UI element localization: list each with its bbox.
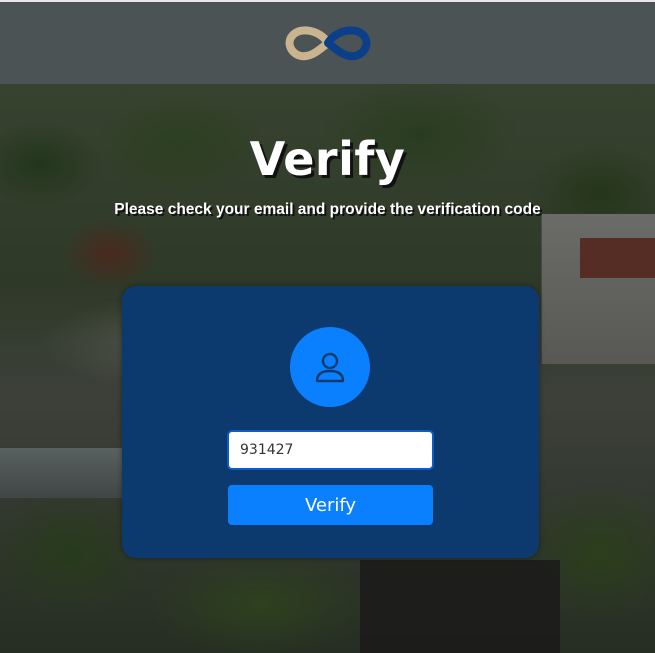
page-title: Verify	[249, 132, 406, 186]
user-icon	[315, 352, 345, 383]
verification-code-input[interactable]	[227, 430, 434, 470]
verification-card: Verify	[122, 286, 539, 558]
verify-button[interactable]: Verify	[228, 485, 433, 525]
top-header-bar	[0, 0, 655, 84]
avatar	[290, 327, 370, 407]
page-subtitle: Please check your email and provide the …	[114, 201, 541, 218]
infinity-loop-logo-icon	[285, 26, 370, 61]
